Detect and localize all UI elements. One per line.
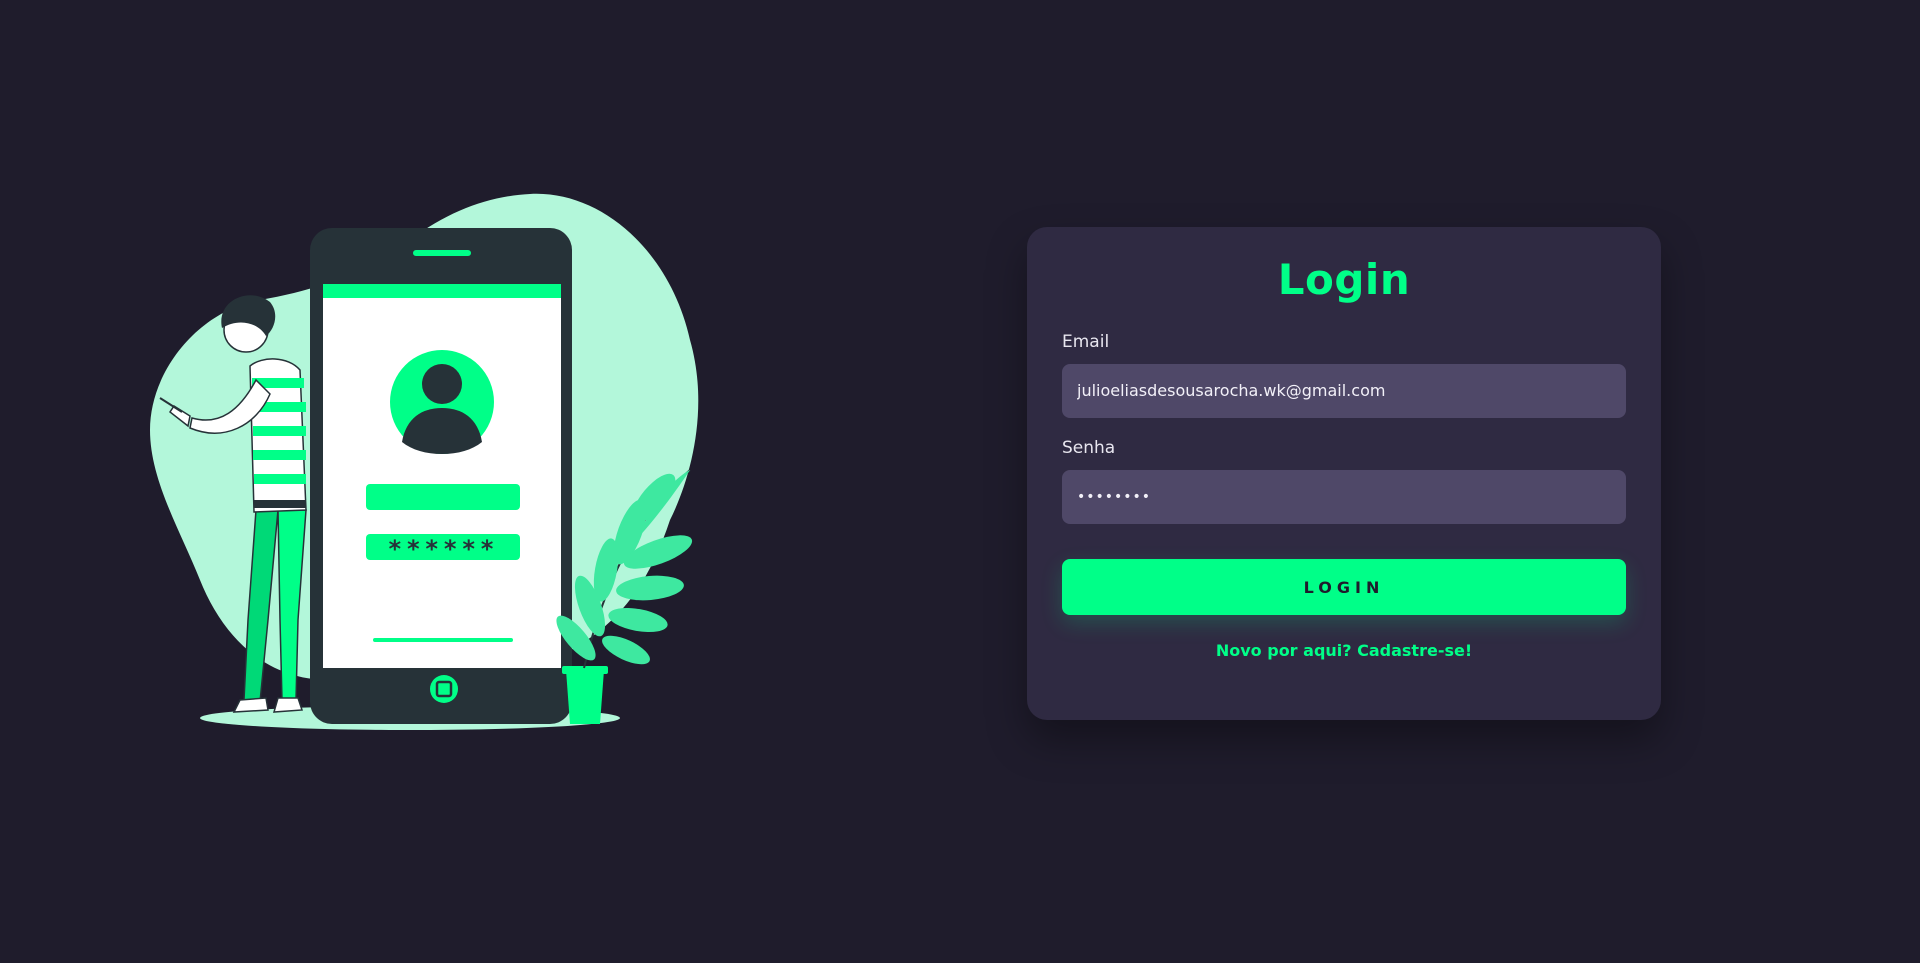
phone-speaker <box>413 250 471 256</box>
avatar-head <box>422 364 462 404</box>
screen-username-field <box>366 484 520 510</box>
phone-login-illustration: ****** <box>150 193 699 730</box>
password-label: Senha <box>1062 438 1116 458</box>
phone-screen-header <box>323 284 561 298</box>
email-input[interactable] <box>1062 364 1626 418</box>
login-button[interactable]: LOGIN <box>1062 559 1626 615</box>
login-title: Login <box>1277 255 1411 304</box>
login-card: Login Email Senha LOGIN Novo por aqui? C… <box>1027 227 1661 720</box>
login-page: ****** Login Email julioeliasdesousaroch… <box>0 0 1920 963</box>
signup-link[interactable]: Novo por aqui? Cadastre-se! <box>1062 641 1626 660</box>
password-input[interactable] <box>1062 470 1626 524</box>
home-button-icon <box>430 675 458 703</box>
login-illustration: ****** <box>130 180 730 740</box>
phone-screen <box>323 284 561 668</box>
screen-bottom-bar <box>373 638 513 642</box>
screen-password-mask: ****** <box>388 535 499 563</box>
email-label: Email <box>1062 332 1110 352</box>
